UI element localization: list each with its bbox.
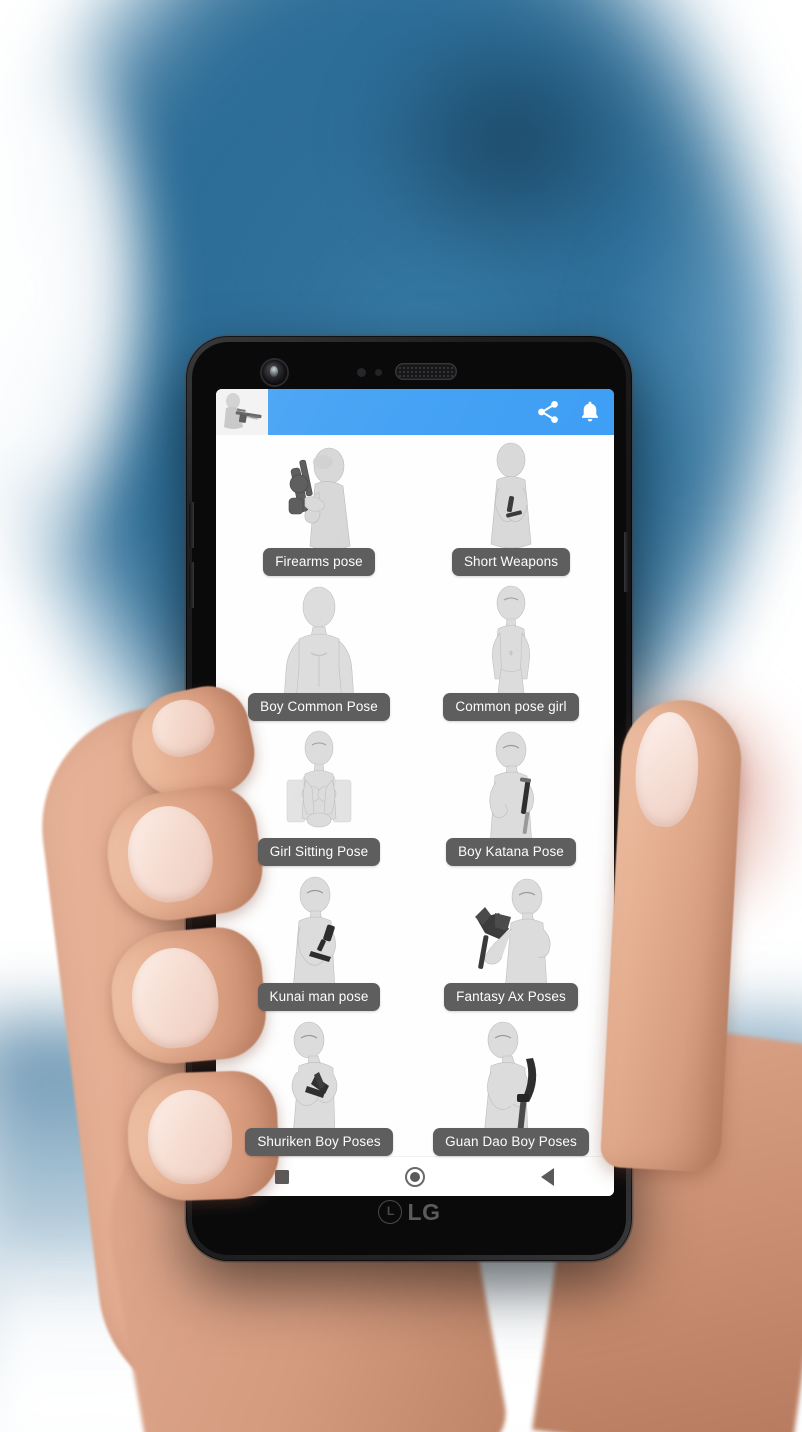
pose-thumbnail-kunai-man xyxy=(259,873,379,991)
grid-item-label: Firearms pose xyxy=(263,547,375,576)
grid-item-label: Kunai man pose xyxy=(257,982,381,1011)
bell-icon[interactable] xyxy=(577,399,603,425)
app-bar xyxy=(216,389,614,435)
volume-down-button[interactable] xyxy=(189,562,194,608)
grid-item-label: Guan Dao Boy Poses xyxy=(433,1127,589,1156)
lg-logo-mark: L xyxy=(377,1200,402,1224)
grid-item-label: Short Weapons xyxy=(451,547,571,576)
grid-item[interactable]: Fantasy Ax Poses xyxy=(418,872,604,1017)
phone-screen: Firearms pose Short Weapons Boy Common P… xyxy=(216,389,614,1196)
grid-item[interactable]: Boy Common Pose xyxy=(226,582,412,727)
front-camera xyxy=(262,360,287,385)
pose-thumbnail-common-girl xyxy=(451,583,571,701)
proximity-sensor xyxy=(357,368,366,377)
pose-category-grid: Firearms pose Short Weapons Boy Common P… xyxy=(216,435,614,1156)
square-icon xyxy=(275,1169,290,1184)
light-sensor xyxy=(375,369,382,376)
share-icon[interactable] xyxy=(535,399,561,425)
pose-thumbnail-girl-sitting xyxy=(259,728,379,846)
lg-brand-text: LG xyxy=(407,1198,441,1225)
grid-item-label: Common pose girl xyxy=(443,692,579,721)
scene-root: Firearms pose Short Weapons Boy Common P… xyxy=(0,0,802,1432)
grid-item[interactable]: Short Weapons xyxy=(418,437,604,582)
pose-thumbnail-fantasy-ax xyxy=(451,873,571,991)
grid-item[interactable]: Common pose girl xyxy=(418,582,604,727)
pose-thumbnail-boy-common xyxy=(259,583,379,701)
pose-thumbnail-firearms xyxy=(259,438,379,556)
grid-item-label: Boy Katana Pose xyxy=(446,837,576,866)
grid-item-label: Fantasy Ax Poses xyxy=(444,982,578,1011)
grid-item[interactable]: Boy Katana Pose xyxy=(418,727,604,872)
grid-item-label: Boy Common Pose xyxy=(248,692,390,721)
power-button[interactable] xyxy=(624,532,629,592)
background-white-vignette xyxy=(0,0,200,640)
pose-thumbnail-boy-katana xyxy=(451,728,571,846)
app-bar-actions xyxy=(535,399,614,425)
volume-up-button[interactable] xyxy=(189,502,194,548)
grid-item[interactable]: Guan Dao Boy Poses xyxy=(418,1017,604,1162)
app-icon-rifle-pose[interactable] xyxy=(216,389,268,435)
pose-thumbnail-short-weapons xyxy=(451,438,571,556)
pose-thumbnail-guan-dao-boy xyxy=(451,1018,571,1136)
grid-item-label: Shuriken Boy Poses xyxy=(245,1127,393,1156)
grid-item[interactable]: Firearms pose xyxy=(226,437,412,582)
earpiece-speaker xyxy=(395,363,457,380)
grid-item-label: Girl Sitting Pose xyxy=(257,837,381,866)
